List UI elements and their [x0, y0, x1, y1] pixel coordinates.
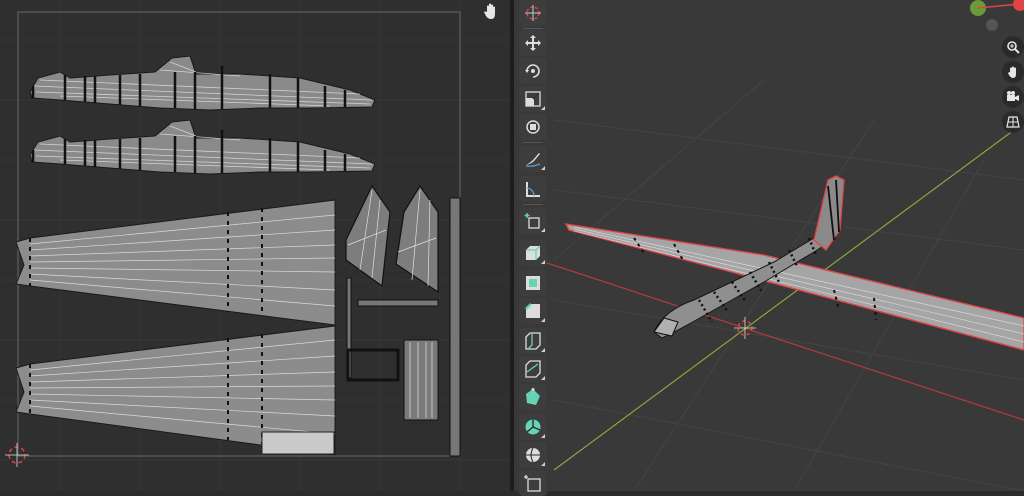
add-cube-tool[interactable] [519, 208, 547, 234]
spin-tool[interactable] [519, 414, 547, 440]
toolbar [519, 0, 549, 496]
move-icon [525, 35, 541, 51]
extrude-tool[interactable] [519, 240, 547, 266]
pan-button[interactable] [1002, 61, 1024, 83]
uv-island-fuselage-bottom[interactable] [29, 119, 376, 175]
uv-island-fuselage-top[interactable] [29, 55, 376, 111]
bevel-icon [525, 303, 540, 318]
rotate-icon [525, 64, 540, 78]
shrink-icon [524, 475, 541, 492]
knife-tool[interactable] [519, 356, 547, 382]
perspective-toggle-button[interactable] [1002, 111, 1024, 133]
3d-cursor[interactable] [734, 317, 756, 339]
uv-island-tail-left[interactable] [345, 184, 391, 288]
toolbar-separator [523, 28, 543, 29]
loop-cut-tool[interactable] [519, 328, 547, 354]
rotate-tool[interactable] [519, 58, 547, 84]
smooth-icon [526, 447, 540, 463]
airplane-mesh[interactable] [564, 175, 1024, 351]
grid-icon [1006, 116, 1020, 128]
annotate-icon [525, 153, 541, 167]
camera-icon [1007, 91, 1019, 101]
shrink-tool[interactable] [519, 470, 547, 496]
inset-icon [526, 276, 540, 290]
toolbar-separator [523, 204, 543, 205]
cursor-icon [525, 5, 541, 21]
uv-island-tail-right[interactable] [395, 184, 439, 294]
move-tool[interactable] [519, 30, 547, 56]
viewport-3d[interactable] [514, 0, 1024, 491]
add-cube-icon [524, 213, 540, 229]
cursor-tool[interactable] [519, 0, 547, 26]
smooth-tool[interactable] [519, 442, 547, 468]
uv-canvas[interactable] [0, 0, 510, 491]
measure-tool[interactable] [519, 176, 547, 202]
loop-cut-icon [525, 332, 541, 350]
extrude-icon [526, 245, 541, 260]
zoom-button[interactable] [1002, 36, 1024, 58]
knife-icon [525, 360, 541, 378]
uv-2d-cursor[interactable] [5, 443, 29, 467]
bevel-tool[interactable] [519, 298, 547, 324]
uv-island-wing-bottom[interactable] [15, 325, 336, 456]
poly-build-icon [526, 388, 540, 405]
annotate-tool[interactable] [519, 146, 547, 172]
uv-editor[interactable] [0, 0, 510, 491]
axis-gizmo[interactable] [970, 0, 1024, 31]
measure-icon [526, 182, 540, 197]
spin-icon [525, 419, 541, 435]
scale-tool[interactable] [519, 86, 547, 112]
hand-icon [1008, 66, 1016, 78]
hand-icon[interactable] [480, 0, 502, 22]
poly-build-tool[interactable] [519, 384, 547, 410]
scale-icon [525, 91, 541, 107]
camera-view-button[interactable] [1002, 86, 1024, 108]
uv-island-wing-top[interactable] [15, 199, 336, 326]
viewport-canvas[interactable] [514, 0, 1024, 491]
transform-tool[interactable] [519, 114, 547, 140]
transform-icon [526, 120, 540, 134]
inset-tool[interactable] [519, 270, 547, 296]
toolbar-separator [523, 142, 543, 143]
zoom-icon [1007, 41, 1020, 54]
